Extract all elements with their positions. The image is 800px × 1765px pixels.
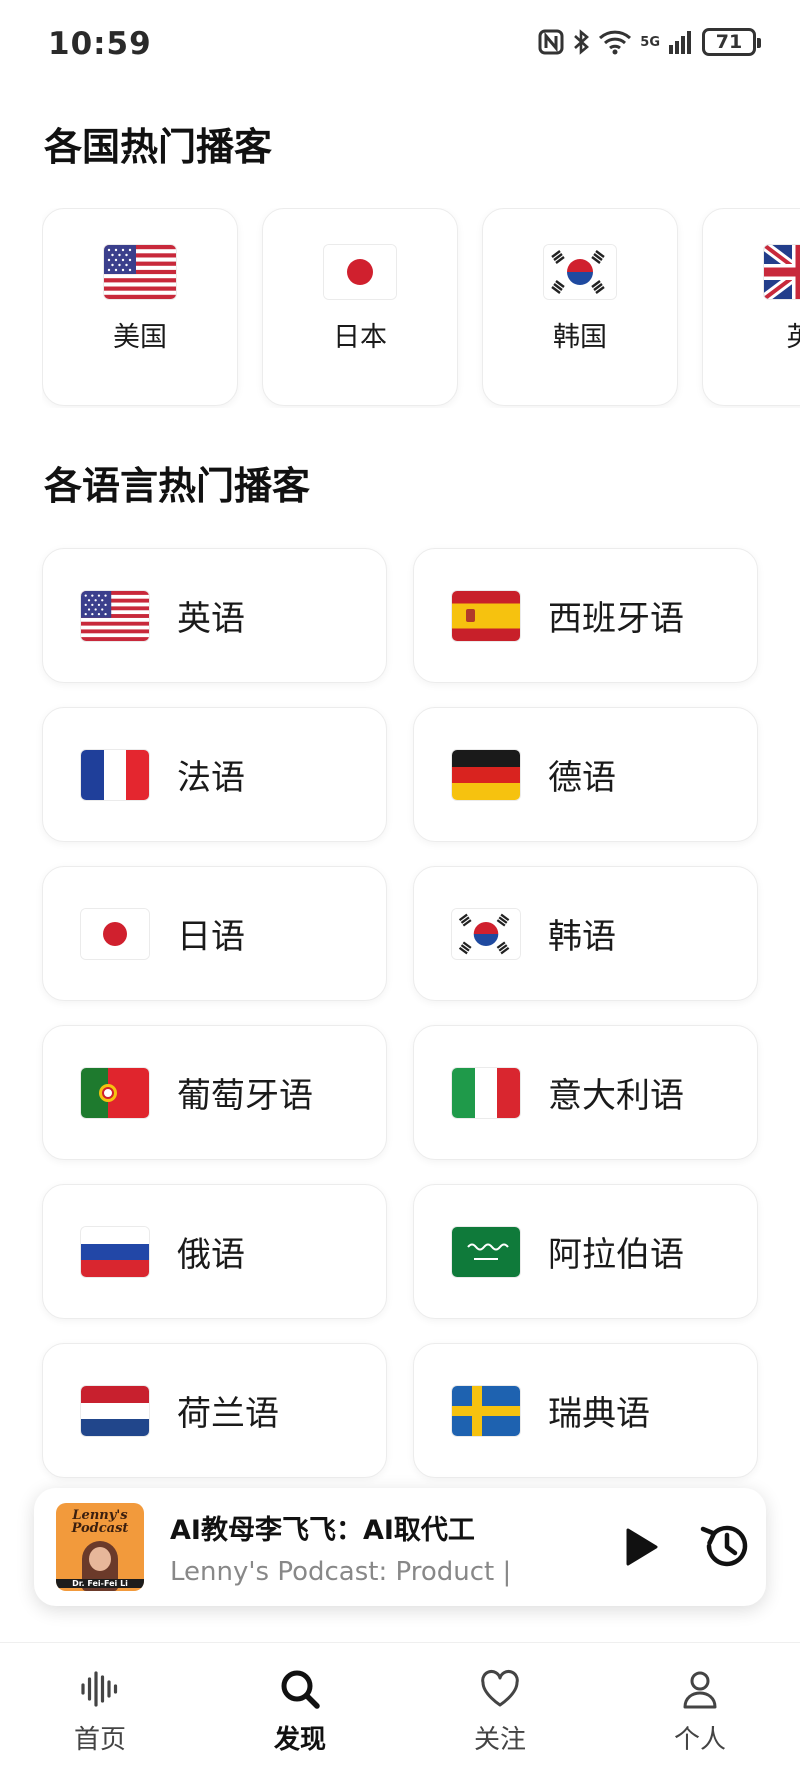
language-label: 法语 bbox=[177, 758, 245, 798]
language-label: 意大利语 bbox=[548, 1076, 684, 1116]
language-card-italian[interactable]: 意大利语 bbox=[413, 1025, 758, 1160]
nav-label: 发现 bbox=[273, 1725, 326, 1755]
country-label: 日本 bbox=[333, 322, 387, 353]
language-label: 英语 bbox=[177, 599, 245, 639]
language-grid: 英语 西班牙语 法语 德语 日语 韩语 葡萄牙语 意大利语 俄语 阿拉伯语 荷兰… bbox=[42, 548, 758, 1478]
nav-discover[interactable]: 发现 bbox=[200, 1643, 400, 1765]
history-icon bbox=[700, 1525, 748, 1567]
fr-flag-icon bbox=[81, 749, 149, 800]
es-flag-icon bbox=[452, 590, 520, 641]
languages-section-title: 各语言热门播客 bbox=[44, 464, 311, 508]
language-card-portuguese[interactable]: 葡萄牙语 bbox=[42, 1025, 387, 1160]
language-label: 韩语 bbox=[548, 917, 616, 957]
search-icon bbox=[281, 1670, 320, 1709]
country-card-us[interactable]: 美国 bbox=[42, 208, 238, 406]
waveform-icon bbox=[81, 1671, 118, 1707]
nav-label: 关注 bbox=[473, 1725, 526, 1755]
podcast-cover: Lenny's Podcast Dr. Fei-Fei Li bbox=[56, 1503, 144, 1591]
language-label: 西班牙语 bbox=[548, 599, 684, 639]
episode-title: AI教母李飞飞：AI取代工 bbox=[170, 1514, 475, 1546]
signal-icon bbox=[669, 31, 691, 54]
us-flag-icon bbox=[81, 590, 149, 641]
history-button[interactable] bbox=[698, 1518, 754, 1574]
country-card-kr[interactable]: 韩国 bbox=[482, 208, 678, 406]
wifi-icon bbox=[599, 30, 632, 55]
language-card-spanish[interactable]: 西班牙语 bbox=[413, 548, 758, 683]
country-label: 韩国 bbox=[553, 322, 607, 353]
language-card-korean[interactable]: 韩语 bbox=[413, 866, 758, 1001]
gb-flag-icon bbox=[764, 245, 800, 299]
kr-flag-icon bbox=[452, 908, 520, 959]
person-icon bbox=[683, 1671, 717, 1709]
jp-flag-icon bbox=[81, 908, 149, 959]
language-label: 德语 bbox=[548, 758, 616, 798]
language-label: 荷兰语 bbox=[177, 1394, 279, 1434]
nav-following[interactable]: 关注 bbox=[400, 1643, 600, 1765]
podcast-subtitle: Lenny's Podcast: Product | bbox=[170, 1556, 512, 1587]
language-label: 葡萄牙语 bbox=[177, 1076, 313, 1116]
language-card-french[interactable]: 法语 bbox=[42, 707, 387, 842]
nav-profile[interactable]: 个人 bbox=[600, 1643, 800, 1765]
language-card-german[interactable]: 德语 bbox=[413, 707, 758, 842]
cover-name: Dr. Fei-Fei Li bbox=[56, 1579, 144, 1588]
nfc-icon bbox=[538, 29, 564, 55]
language-label: 日语 bbox=[177, 917, 245, 957]
nav-label: 个人 bbox=[673, 1725, 726, 1755]
nav-label: 首页 bbox=[73, 1725, 126, 1755]
player-text: AI教母李飞飞：AI取代工 Lenny's Podcast: Product | bbox=[170, 1508, 530, 1587]
kr-flag-icon bbox=[544, 245, 616, 299]
de-flag-icon bbox=[452, 749, 520, 800]
language-card-russian[interactable]: 俄语 bbox=[42, 1184, 387, 1319]
network-type: 5G bbox=[640, 34, 660, 50]
us-flag-icon bbox=[104, 245, 176, 299]
country-label: 美国 bbox=[113, 322, 167, 353]
se-flag-icon bbox=[452, 1385, 520, 1436]
mini-player[interactable]: Lenny's Podcast Dr. Fei-Fei Li AI教母李飞飞：A… bbox=[34, 1488, 766, 1606]
language-card-swedish[interactable]: 瑞典语 bbox=[413, 1343, 758, 1478]
country-card-gb[interactable]: 英 bbox=[702, 208, 800, 406]
sa-flag-icon bbox=[452, 1226, 520, 1277]
language-label: 阿拉伯语 bbox=[548, 1235, 684, 1275]
status-icons: 5G 71 bbox=[538, 28, 761, 56]
status-time: 10:59 bbox=[48, 26, 152, 62]
ru-flag-icon bbox=[81, 1226, 149, 1277]
play-icon bbox=[626, 1528, 658, 1566]
bottom-nav: 首页 发现 关注 个人 bbox=[0, 1642, 800, 1765]
play-button[interactable] bbox=[624, 1526, 660, 1568]
cover-title: Lenny's Podcast bbox=[71, 1508, 129, 1536]
jp-flag-icon bbox=[324, 245, 396, 299]
language-label: 俄语 bbox=[177, 1235, 245, 1275]
cover-face bbox=[89, 1547, 111, 1571]
nav-home[interactable]: 首页 bbox=[0, 1643, 200, 1765]
countries-section-title: 各国热门播客 bbox=[44, 125, 273, 169]
language-card-japanese[interactable]: 日语 bbox=[42, 866, 387, 1001]
language-card-dutch[interactable]: 荷兰语 bbox=[42, 1343, 387, 1478]
battery-indicator: 71 bbox=[702, 28, 761, 56]
language-card-english[interactable]: 英语 bbox=[42, 548, 387, 683]
it-flag-icon bbox=[452, 1067, 520, 1118]
battery-level: 71 bbox=[715, 31, 743, 53]
bluetooth-icon bbox=[574, 29, 590, 55]
heart-icon bbox=[481, 1669, 519, 1707]
pt-flag-icon bbox=[81, 1067, 149, 1118]
country-carousel[interactable]: 美国 日本 韩国 英 bbox=[42, 208, 800, 408]
country-card-jp[interactable]: 日本 bbox=[262, 208, 458, 406]
country-label: 英 bbox=[787, 315, 800, 354]
language-card-arabic[interactable]: 阿拉伯语 bbox=[413, 1184, 758, 1319]
status-bar: 10:59 5G 71 bbox=[0, 0, 800, 92]
nl-flag-icon bbox=[81, 1385, 149, 1436]
language-label: 瑞典语 bbox=[548, 1394, 650, 1434]
